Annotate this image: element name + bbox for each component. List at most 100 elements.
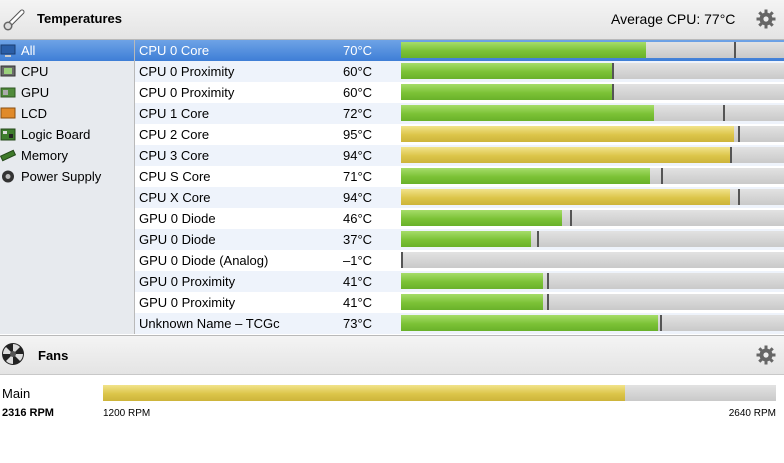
sidebar-item-power-supply[interactable]: Power Supply xyxy=(0,166,134,187)
sensor-value: –1°C xyxy=(343,253,373,268)
sensor-value: 71°C xyxy=(343,169,373,184)
sidebar-item-label: All xyxy=(21,43,36,58)
sensor-bar-fill xyxy=(401,294,543,310)
sensor-bar-fill xyxy=(401,63,612,79)
sensor-temperature-bar xyxy=(401,252,784,268)
sensor-row[interactable]: CPU 1 Core 72°C xyxy=(135,103,784,124)
sensor-max-marker xyxy=(738,126,740,142)
sensor-bar-fill xyxy=(401,315,658,331)
sensor-name: GPU 0 Proximity xyxy=(139,295,236,310)
sensor-max-marker xyxy=(612,63,614,79)
sensor-row[interactable]: GPU 0 Proximity 41°C xyxy=(135,271,784,292)
sensor-row[interactable]: GPU 0 Diode (Analog) –1°C xyxy=(135,250,784,271)
sidebar-item-cpu[interactable]: CPU xyxy=(0,61,134,82)
average-cpu-label: Average CPU: 77°C xyxy=(611,11,736,27)
sensor-max-marker xyxy=(661,168,663,184)
power-supply-icon xyxy=(2,170,14,183)
fan-speed-bar[interactable] xyxy=(103,385,776,401)
sensor-bar-fill xyxy=(401,105,654,121)
sidebar-item-memory[interactable]: Memory xyxy=(0,145,134,166)
memory-icon xyxy=(0,149,16,162)
sensor-bar-fill xyxy=(401,273,543,289)
sensor-value: 60°C xyxy=(343,85,373,100)
sensor-temperature-bar xyxy=(401,126,784,142)
sensor-max-marker xyxy=(734,42,736,58)
sensor-value: 72°C xyxy=(343,106,373,121)
sensor-name: CPU 0 Core xyxy=(139,43,210,58)
sensor-value: 41°C xyxy=(343,295,373,310)
sensor-max-marker xyxy=(547,273,549,289)
sensor-row[interactable]: CPU 0 Proximity 60°C xyxy=(135,82,784,103)
sensor-value: 94°C xyxy=(343,190,373,205)
sensor-temperature-bar xyxy=(401,231,784,247)
sensor-value: 60°C xyxy=(343,64,373,79)
sensor-row[interactable]: CPU X Core 94°C xyxy=(135,187,784,208)
sensor-name: CPU 2 Core xyxy=(139,127,210,142)
sidebar-item-lcd[interactable]: LCD xyxy=(0,103,134,124)
sidebar-item-gpu[interactable]: GPU xyxy=(0,82,134,103)
sensor-max-marker xyxy=(723,105,725,121)
fan-max-rpm: 2640 RPM xyxy=(728,408,776,419)
temperatures-title: Temperatures xyxy=(37,11,123,26)
sensor-name: CPU 0 Proximity xyxy=(139,64,235,79)
sensor-row[interactable]: CPU S Core 71°C xyxy=(135,166,784,187)
sensor-bar-fill xyxy=(401,147,730,163)
sensor-temperature-bar xyxy=(401,294,784,310)
sidebar-item-label: Memory xyxy=(21,148,68,163)
sensor-bar-fill xyxy=(401,210,562,226)
sensor-max-marker xyxy=(547,294,549,310)
fan-current-rpm: 2316 RPM xyxy=(2,407,54,419)
sensor-row[interactable]: Unknown Name – TCGc 73°C xyxy=(135,313,784,334)
sensor-bar-fill xyxy=(401,84,612,100)
sensor-row[interactable]: CPU 0 Core 70°C xyxy=(135,40,784,61)
thermometer-icon xyxy=(3,9,25,31)
sensor-name: GPU 0 Proximity xyxy=(139,274,236,289)
sensor-name: CPU 3 Core xyxy=(139,148,210,163)
sensor-temperature-bar xyxy=(401,189,784,205)
lcd-icon xyxy=(0,107,16,119)
fans-title: Fans xyxy=(38,348,69,363)
sensor-bar-fill xyxy=(401,168,650,184)
sensor-temperature-bar xyxy=(401,168,784,184)
sidebar-item-all[interactable]: All xyxy=(0,40,134,61)
sensor-temperature-bar xyxy=(401,42,784,58)
sensor-row[interactable]: CPU 3 Core 94°C xyxy=(135,145,784,166)
sensor-name: CPU 0 Proximity xyxy=(139,85,235,100)
sensor-row[interactable]: GPU 0 Diode 46°C xyxy=(135,208,784,229)
sensor-name: CPU X Core xyxy=(139,190,211,205)
sensor-row[interactable]: CPU 2 Core 95°C xyxy=(135,124,784,145)
sensor-temperature-bar xyxy=(401,273,784,289)
sensor-temperature-bar xyxy=(401,105,784,121)
fans-header: Fans xyxy=(0,335,784,375)
sensor-max-marker xyxy=(660,315,662,331)
sidebar-item-label: Logic Board xyxy=(21,127,91,142)
temperatures-header: Temperatures Average CPU: 77°C xyxy=(0,0,784,40)
sensor-name: GPU 0 Diode (Analog) xyxy=(139,253,269,268)
sensor-bar-fill xyxy=(401,126,734,142)
sensor-row[interactable]: GPU 0 Proximity 41°C xyxy=(135,292,784,313)
sidebar-item-logic-board[interactable]: Logic Board xyxy=(0,124,134,145)
fan-name: Main xyxy=(2,386,31,401)
sensor-value: 73°C xyxy=(343,316,373,331)
sensor-list: CPU 0 Core 70°C CPU 0 Proximity 60°C CPU 0 P… xyxy=(135,40,784,334)
sensor-temperature-bar xyxy=(401,63,784,79)
sensor-value: 94°C xyxy=(343,148,373,163)
fan-speed-fill xyxy=(103,385,625,401)
sensor-max-marker xyxy=(537,231,539,247)
sidebar-item-label: GPU xyxy=(21,85,50,100)
sensor-name: GPU 0 Diode xyxy=(139,211,216,226)
gear-icon[interactable] xyxy=(756,9,776,29)
sensor-temperature-bar xyxy=(401,84,784,100)
sensor-max-marker xyxy=(612,84,614,100)
sensor-name: Unknown Name – TCGc xyxy=(139,316,280,331)
sensor-temperature-bar xyxy=(401,210,784,226)
sensor-max-marker xyxy=(570,210,572,226)
sensor-row[interactable]: CPU 0 Proximity 60°C xyxy=(135,61,784,82)
sensor-row[interactable]: GPU 0 Diode 37°C xyxy=(135,229,784,250)
all-icon xyxy=(0,44,16,57)
fan-icon xyxy=(2,343,24,365)
gear-icon[interactable] xyxy=(756,345,776,365)
sensor-max-marker xyxy=(730,147,732,163)
gpu-icon xyxy=(0,87,16,98)
sensor-name: GPU 0 Diode xyxy=(139,232,216,247)
